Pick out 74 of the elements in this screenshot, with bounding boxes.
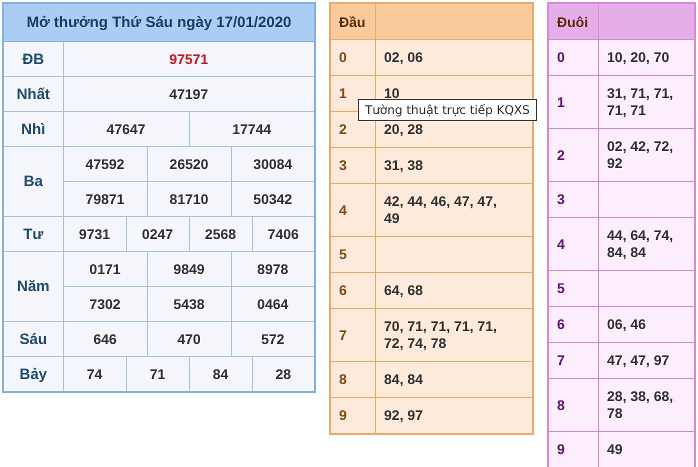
prize-number: 50342 <box>231 182 315 216</box>
digit-cell: 9 <box>548 432 598 467</box>
number-list: 92, 97 <box>384 407 423 423</box>
prize-number: 8978 <box>231 252 315 286</box>
digit-cell: 5 <box>548 270 598 306</box>
prize-number: 470 <box>147 322 231 356</box>
digit-cell: 1 <box>548 76 598 128</box>
prize-label: Tư <box>3 216 63 252</box>
number-list: 49 <box>607 441 623 457</box>
number-list: 84, 84 <box>384 371 423 387</box>
prize-number: 47647 <box>63 112 189 146</box>
prize-number: 81710 <box>147 182 231 216</box>
number-list: 02, 42, 72, 92 <box>607 138 674 171</box>
prize-number: 572 <box>231 322 315 356</box>
digit-cell: 4 <box>330 184 376 236</box>
prize-number: 47197 <box>63 76 315 112</box>
prize-number: 17744 <box>189 112 315 146</box>
digit-cell: 8 <box>548 378 598 432</box>
prize-label: Nhì <box>3 112 63 146</box>
prize-number: 84 <box>189 356 252 392</box>
number-list: 64, 68 <box>384 282 423 298</box>
digit-cell: 7 <box>548 342 598 378</box>
prize-label: Nhất <box>3 76 63 112</box>
prize-label: Bảy <box>3 356 63 392</box>
digit-cell: 0 <box>548 40 598 76</box>
number-list: 28, 38, 68, 78 <box>607 388 674 421</box>
number-list: 02, 06 <box>384 49 423 65</box>
prize-number: 74 <box>63 356 126 392</box>
number-list: 47, 47, 97 <box>607 352 670 368</box>
prize-number: 646 <box>63 322 147 356</box>
digit-cell: 5 <box>330 236 376 272</box>
prize-label: ĐB <box>3 42 63 76</box>
column-header: Đuôi <box>548 3 598 40</box>
digit-cell: 6 <box>330 272 376 308</box>
number-list: 42, 44, 46, 47, 47, 49 <box>384 193 497 226</box>
prize-number: 47592 <box>63 146 147 182</box>
digit-cell: 3 <box>330 148 376 184</box>
prize-number: 97571 <box>63 42 315 76</box>
number-list: 31, 38 <box>384 157 423 173</box>
prize-label: Năm <box>3 252 63 322</box>
prize-number: 5438 <box>147 286 231 322</box>
digit-cell: 9 <box>330 398 376 434</box>
prize-number: 71 <box>126 356 189 392</box>
number-list: 70, 71, 71, 71, 71, 72, 74, 78 <box>384 318 497 351</box>
digit-cell: 8 <box>330 362 376 398</box>
prize-number: 9731 <box>63 216 126 252</box>
digit-cell: 4 <box>548 218 598 270</box>
prize-label: Sáu <box>3 322 63 356</box>
number-list: 10, 20, 70 <box>607 49 670 65</box>
digit-cell: 2 <box>548 128 598 182</box>
digit-cell: 0 <box>330 40 376 76</box>
prize-number: 0171 <box>63 252 147 286</box>
prize-number: 0464 <box>231 286 315 322</box>
prize-number: 2568 <box>189 216 252 252</box>
number-list: 31, 71, 71, 71, 71 <box>607 85 674 118</box>
prize-number: 79871 <box>63 182 147 216</box>
prize-number: 7406 <box>252 216 315 252</box>
prize-label: Ba <box>3 146 63 216</box>
prize-number: 28 <box>252 356 315 392</box>
digit-cell: 7 <box>330 308 376 362</box>
prize-number: 26520 <box>147 146 231 182</box>
prize-number: 0247 <box>126 216 189 252</box>
column-header: Đầu <box>330 3 376 40</box>
number-list: 06, 46 <box>607 316 646 332</box>
tooltip: Tường thuật trực tiếp KQXS <box>358 99 537 121</box>
digit-cell: 3 <box>548 182 598 218</box>
digit-cell: 6 <box>548 306 598 342</box>
prize-number: 7302 <box>63 286 147 322</box>
prize-number: 30084 <box>231 146 315 182</box>
number-list: 44, 64, 74, 84, 84 <box>607 227 674 260</box>
number-list: 10 <box>384 85 400 101</box>
prize-number: 9849 <box>147 252 231 286</box>
number-list: 20, 28 <box>384 121 423 137</box>
results-title: Mở thưởng Thứ Sáu ngày 17/01/2020 <box>3 3 315 42</box>
